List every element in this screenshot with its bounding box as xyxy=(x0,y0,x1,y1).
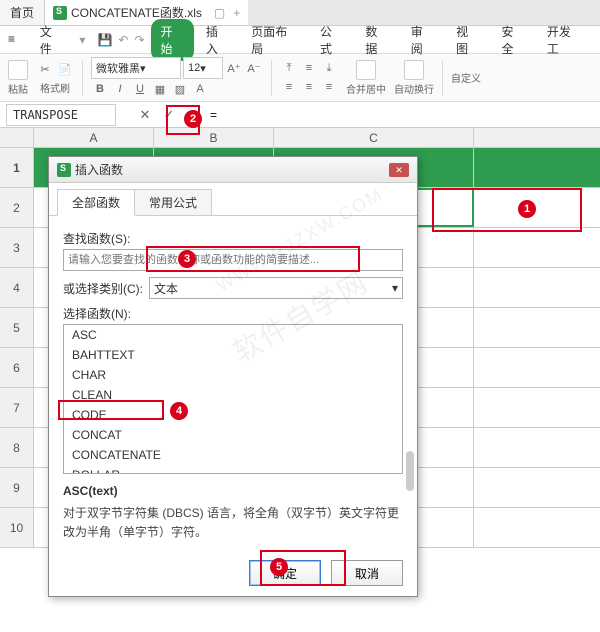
menu-file[interactable]: 文件 xyxy=(30,21,74,59)
category-select[interactable]: 文本▾ xyxy=(149,277,403,299)
callout-marker-1: 1 xyxy=(518,200,536,218)
menubar: ≡ 文件 ▾ 💾 ↶ ↷ 开始 插入 页面布局 公式 数据 审阅 视图 安全 开… xyxy=(0,26,600,54)
underline-icon[interactable]: U xyxy=(131,80,149,98)
app-menu-icon[interactable]: ≡ xyxy=(8,32,24,48)
copy-icon[interactable]: 📄 xyxy=(56,61,74,79)
align-center-icon[interactable]: ≡ xyxy=(300,78,318,96)
chevron-down-icon: ▾ xyxy=(392,281,398,295)
fontcolor-icon[interactable]: A xyxy=(191,80,209,98)
col-header[interactable]: A xyxy=(34,128,154,147)
dropdown-icon[interactable]: ▾ xyxy=(79,33,85,47)
menu-tab-formula[interactable]: 公式 xyxy=(310,19,353,61)
list-item[interactable]: CHAR xyxy=(64,365,402,385)
row-header[interactable]: 8 xyxy=(0,428,34,467)
fill-icon[interactable]: ▨ xyxy=(171,80,189,98)
row-header[interactable]: 7 xyxy=(0,388,34,427)
ribbon-brush[interactable]: 格式刷 xyxy=(36,80,74,95)
callout-marker-5: 5 xyxy=(270,558,288,576)
dialog-tab-all[interactable]: 全部函数 xyxy=(57,189,135,216)
menu-tab-start[interactable]: 开始 xyxy=(151,19,194,61)
cancel-formula-icon[interactable]: ✕ xyxy=(136,106,154,124)
scrollbar-thumb[interactable] xyxy=(406,451,414,491)
align-top-icon[interactable]: ⤒ xyxy=(280,59,298,77)
menu-tab-review[interactable]: 审阅 xyxy=(401,19,444,61)
undo-icon[interactable]: ↶ xyxy=(118,33,128,47)
decrease-font-icon[interactable]: A⁻ xyxy=(245,59,263,77)
callout-marker-2: 2 xyxy=(184,110,202,128)
insert-function-dialog: 插入函数 ✕ 全部函数 常用公式 查找函数(S): 或选择类别(C): 文本▾ … xyxy=(48,156,418,597)
col-header[interactable]: B xyxy=(154,128,274,147)
cut-icon[interactable]: ✂ xyxy=(36,61,54,79)
menu-tab-security[interactable]: 安全 xyxy=(492,19,535,61)
desc-title: ASC(text) xyxy=(63,484,403,498)
redo-icon[interactable]: ↷ xyxy=(134,33,144,47)
row-header[interactable]: 6 xyxy=(0,348,34,387)
row-header[interactable]: 9 xyxy=(0,468,34,507)
list-item[interactable]: BAHTTEXT xyxy=(64,345,402,365)
align-right-icon[interactable]: ≡ xyxy=(320,78,338,96)
ribbon: 粘贴 ✂📄 格式刷 微软雅黑 ▾ 12 ▾ A⁺ A⁻ B I U ▦ ▨ A … xyxy=(0,54,600,102)
increase-font-icon[interactable]: A⁺ xyxy=(225,59,243,77)
accept-formula-icon[interactable]: ✓ xyxy=(160,106,178,124)
row-header[interactable]: 1 xyxy=(0,148,34,187)
cancel-button[interactable]: 取消 xyxy=(331,560,403,586)
ribbon-wrap[interactable]: 自动换行 xyxy=(394,60,434,96)
tab-add-icon[interactable]: + xyxy=(233,6,240,20)
select-all-corner[interactable] xyxy=(0,128,34,147)
list-item-concatenate[interactable]: CONCATENATE xyxy=(64,445,402,465)
search-input[interactable] xyxy=(63,249,403,271)
list-item[interactable]: CONCAT xyxy=(64,425,402,445)
close-icon[interactable]: ✕ xyxy=(389,163,409,177)
italic-icon[interactable]: I xyxy=(111,80,129,98)
formula-input[interactable] xyxy=(202,104,600,126)
col-header[interactable]: C xyxy=(274,128,474,147)
tab-controls: ▢ + xyxy=(214,6,240,20)
font-select[interactable]: 微软雅黑 ▾ xyxy=(91,57,181,79)
search-label: 查找函数(S): xyxy=(63,230,403,247)
formula-bar: TRANSPOSE ✕ ✓ fx xyxy=(0,102,600,128)
row-header[interactable]: 5 xyxy=(0,308,34,347)
ribbon-custom[interactable]: 自定义 xyxy=(451,70,481,85)
callout-marker-3: 3 xyxy=(178,250,196,268)
tab-pin-icon[interactable]: ▢ xyxy=(214,6,225,20)
row-header[interactable]: 4 xyxy=(0,268,34,307)
list-item[interactable]: DOLLAR xyxy=(64,465,402,474)
spreadsheet-icon xyxy=(53,6,67,20)
menu-tab-dev[interactable]: 开发工 xyxy=(537,19,592,61)
desc-text: 对于双字节字符集 (DBCS) 语言，将全角（双字节）英文字符更改为半角（单字节… xyxy=(63,504,403,542)
list-item[interactable]: CODE xyxy=(64,405,402,425)
category-label: 或选择类别(C): xyxy=(63,280,143,297)
bold-icon[interactable]: B xyxy=(91,80,109,98)
list-item[interactable]: CLEAN xyxy=(64,385,402,405)
border-icon[interactable]: ▦ xyxy=(151,80,169,98)
menu-tab-data[interactable]: 数据 xyxy=(355,19,398,61)
row-header[interactable]: 2 xyxy=(0,188,34,227)
save-icon[interactable]: 💾 xyxy=(97,33,112,47)
dialog-tab-common[interactable]: 常用公式 xyxy=(135,189,212,216)
dialog-titlebar[interactable]: 插入函数 ✕ xyxy=(49,157,417,183)
row-header[interactable]: 10 xyxy=(0,508,34,547)
callout-marker-4: 4 xyxy=(170,402,188,420)
list-item[interactable]: ASC xyxy=(64,325,402,345)
menu-tab-insert[interactable]: 插入 xyxy=(196,19,239,61)
align-mid-icon[interactable]: ≡ xyxy=(300,59,318,77)
select-label: 选择函数(N): xyxy=(63,305,403,322)
align-bot-icon[interactable]: ⤓ xyxy=(320,59,338,77)
menu-tab-view[interactable]: 视图 xyxy=(446,19,489,61)
name-box[interactable]: TRANSPOSE xyxy=(6,104,116,126)
row-header[interactable]: 3 xyxy=(0,228,34,267)
dialog-icon xyxy=(57,163,71,177)
function-list[interactable]: ASC BAHTTEXT CHAR CLEAN CODE CONCAT CONC… xyxy=(63,324,403,474)
align-left-icon[interactable]: ≡ xyxy=(280,78,298,96)
fontsize-select[interactable]: 12 ▾ xyxy=(183,57,223,79)
menu-tab-layout[interactable]: 页面布局 xyxy=(241,19,308,61)
dialog-title: 插入函数 xyxy=(75,161,123,178)
ribbon-merge[interactable]: 合并居中 xyxy=(346,60,386,96)
ribbon-paste[interactable]: 粘贴 xyxy=(8,60,28,96)
